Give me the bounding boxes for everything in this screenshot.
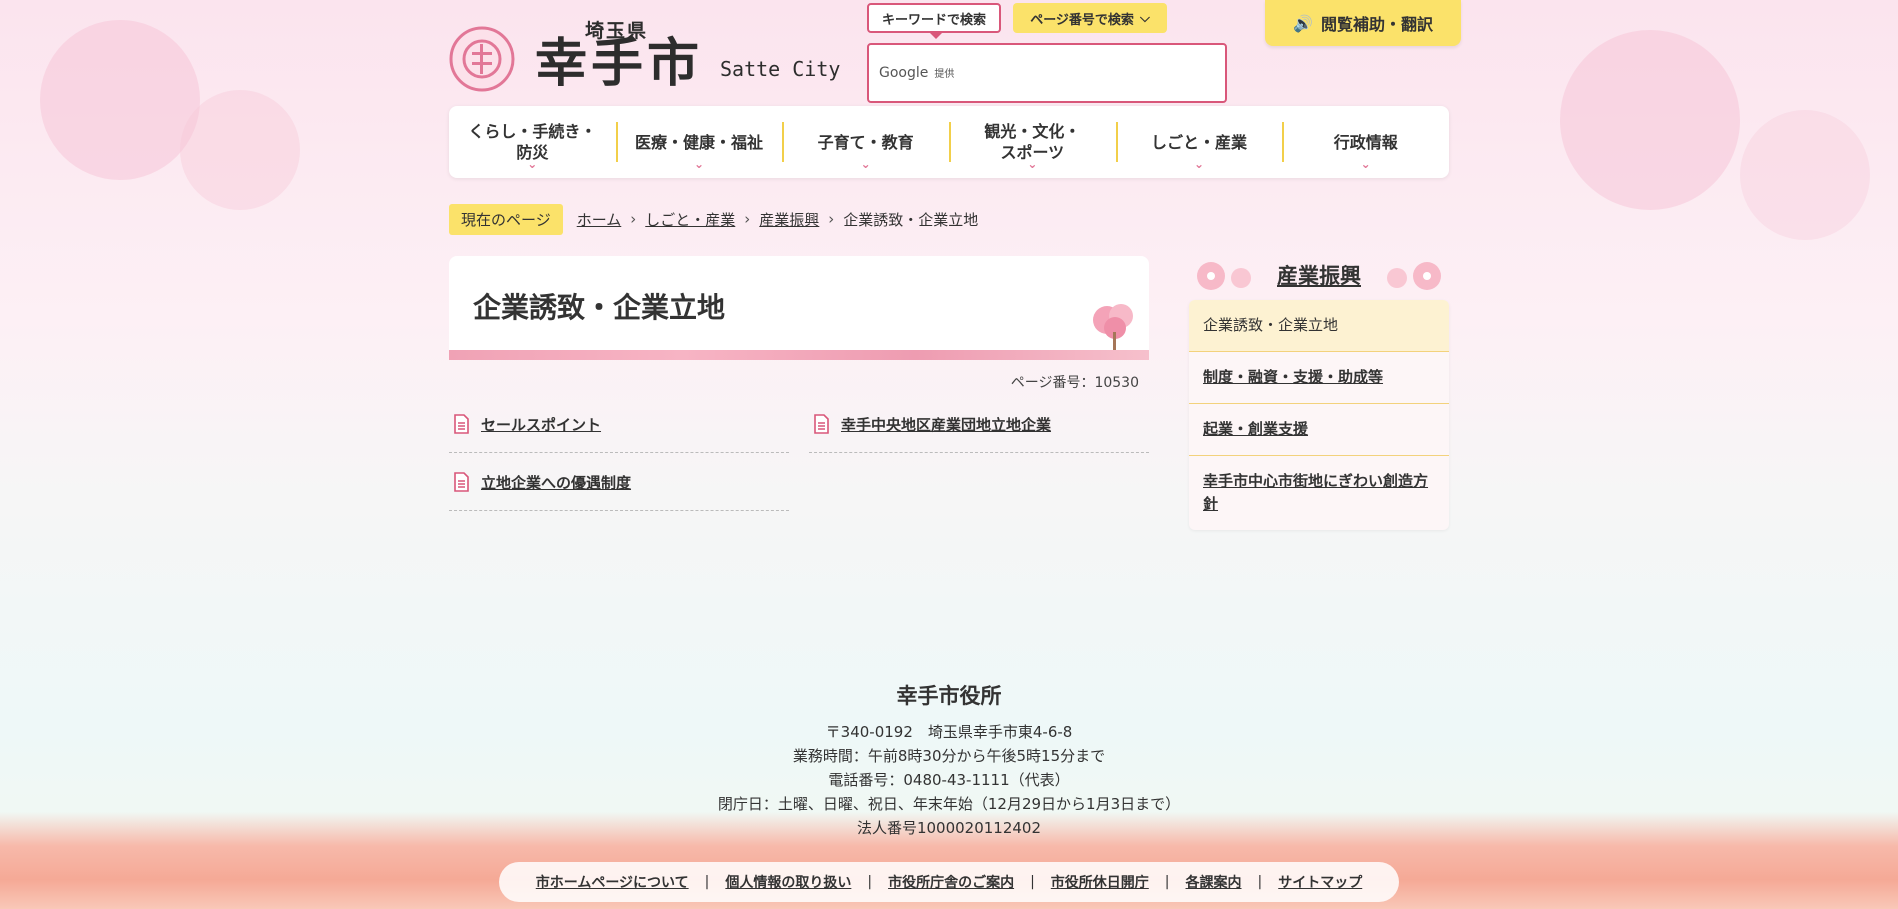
chevron-down-icon: ⌄ xyxy=(860,157,871,171)
footer-hours: 業務時間：午前8時30分から午後5時15分まで xyxy=(792,747,1106,765)
side-menu-title[interactable]: 産業振興 xyxy=(1277,264,1361,288)
footer-sep: | xyxy=(867,874,873,890)
side-item-current: 企業誘致・企業立地 xyxy=(1189,300,1449,352)
footer-org-name: 幸手市役所 xyxy=(896,684,1002,708)
side-item-support[interactable]: 制度・融資・支援・助成等 xyxy=(1189,352,1449,404)
side-item-label: 起業・創業支援 xyxy=(1203,420,1309,438)
breadcrumb-work[interactable]: しごと・産業 xyxy=(645,209,735,230)
chevron-down-icon: ⌄ xyxy=(693,157,705,171)
main-content: 企業誘致・企業立地 ページ番号：10530 セールスポイント 幸手中央地区産業団… xyxy=(449,256,1149,511)
side-item-downtown[interactable]: 幸手市中心市街地にぎわい創造方針 xyxy=(1189,456,1449,530)
city-emblem-icon xyxy=(449,26,515,92)
footer: 幸手市役所 〒340-0192 埼玉県幸手市東4-6-8 業務時間：午前8時30… xyxy=(449,680,1449,840)
tab-page-label: ページ番号で検索 xyxy=(1030,12,1134,28)
nav-item-life[interactable]: くらし・手続き・防災 ⌄ xyxy=(449,106,616,178)
side-item-startup[interactable]: 起業・創業支援 xyxy=(1189,404,1449,456)
tab-keyword-label: キーワードで検索 xyxy=(881,12,986,28)
assist-label: 閲覧補助・翻訳 xyxy=(1320,15,1433,34)
side-menu-list: 企業誘致・企業立地 制度・融資・支援・助成等 起業・創業支援 幸手市中心市街地に… xyxy=(1189,300,1449,530)
tree-illustration-icon xyxy=(1093,304,1133,350)
footer-link-holiday[interactable]: 市役所休日開庁 xyxy=(1051,872,1149,892)
list-item[interactable]: 幸手中央地区産業団地立地企業 xyxy=(809,396,1149,453)
global-nav: くらし・手続き・防災 ⌄ 医療・健康・福祉 ⌄ 子育て・教育 ⌄ 観光・文化・スポーツ… xyxy=(449,106,1449,178)
side-menu: 産業振興 企業誘致・企業立地 制度・融資・支援・助成等 起業・創業支援 幸手市中… xyxy=(1189,256,1449,530)
chevron-down-icon: ⌄ xyxy=(1027,157,1038,171)
search-provider-note: 提供 xyxy=(934,69,955,80)
chevron-right-icon: › xyxy=(828,210,835,228)
logo-city-en: Satte City xyxy=(720,57,841,81)
side-item-label: 幸手市中心市街地にぎわい創造方針 xyxy=(1203,472,1429,513)
footer-phone: 電話番号：0480-43-1111（代表） xyxy=(828,771,1070,789)
footer-links: 市ホームページについて | 個人情報の取り扱い | 市役所庁舎のご案内 | 市役所休日… xyxy=(499,862,1399,902)
chevron-right-icon: › xyxy=(744,210,751,228)
nav-item-admin[interactable]: 行政情報 ⌄ xyxy=(1282,106,1449,178)
list-item[interactable]: 立地企業への優遇制度 xyxy=(449,454,789,511)
breadcrumb: 現在のページ ホーム › しごと・産業 › 産業振興 › 企業誘致・企業立地 xyxy=(449,203,979,235)
search-provider: Google 提供 xyxy=(879,65,954,81)
search-input[interactable]: Google 提供 xyxy=(867,43,1227,103)
side-item-label: 制度・融資・支援・助成等 xyxy=(1203,368,1384,386)
title-card: 企業誘致・企業立地 xyxy=(449,256,1149,360)
footer-sep: | xyxy=(1030,874,1035,890)
footer-link-privacy[interactable]: 個人情報の取り扱い xyxy=(725,872,851,892)
document-icon xyxy=(454,414,469,434)
breadcrumb-industry[interactable]: 産業振興 xyxy=(759,209,819,230)
nav-label: 子育て・教育 xyxy=(817,132,914,152)
page-title: 企業誘致・企業立地 xyxy=(473,291,726,324)
chevron-down-icon: ⌄ xyxy=(527,157,538,171)
sakura-flower-icon xyxy=(1387,262,1441,290)
nav-label: しごと・産業 xyxy=(1151,132,1248,152)
breadcrumb-label: 現在のページ xyxy=(449,203,563,235)
link-label: 立地企業への優遇制度 xyxy=(481,473,632,492)
search-provider-name: Google xyxy=(879,65,929,81)
sakura-flower-icon xyxy=(1197,262,1251,290)
footer-link-sitemap[interactable]: サイトマップ xyxy=(1278,872,1362,892)
site-logo[interactable]: 埼玉県 幸手市 Satte City xyxy=(449,8,869,98)
breadcrumb-home[interactable]: ホーム xyxy=(577,209,622,230)
tab-keyword-search[interactable]: キーワードで検索 xyxy=(867,3,1001,39)
side-menu-header: 産業振興 xyxy=(1189,256,1449,300)
list-item[interactable]: セールスポイント xyxy=(449,396,789,453)
footer-address: 〒340-0192 埼玉県幸手市東4-6-8 xyxy=(825,723,1073,741)
nav-item-tourism[interactable]: 観光・文化・スポーツ ⌄ xyxy=(949,106,1116,178)
tab-page-number-search[interactable]: ページ番号で検索 ⌵ xyxy=(1013,3,1167,33)
page-number: ページ番号：10530 xyxy=(1010,375,1139,391)
chevron-right-icon: › xyxy=(630,210,637,228)
nav-item-health[interactable]: 医療・健康・福祉 ⌄ xyxy=(615,106,783,178)
document-icon xyxy=(814,414,829,434)
speaker-icon: 🔊 xyxy=(1293,13,1313,33)
footer-sep: | xyxy=(1257,874,1263,890)
link-label: 幸手中央地区産業団地立地企業 xyxy=(841,415,1052,434)
chevron-down-icon: ⌄ xyxy=(1360,157,1371,171)
footer-corp-number: 法人番号1000020112402 xyxy=(856,819,1042,837)
title-wave xyxy=(449,350,1149,360)
nav-label: 行政情報 xyxy=(1333,132,1398,152)
footer-sep: | xyxy=(704,874,710,890)
assist-translate-button[interactable]: 🔊 閲覧補助・翻訳 xyxy=(1265,0,1461,46)
logo-city: 幸手市 xyxy=(535,34,704,94)
nav-label: 医療・健康・福祉 xyxy=(635,132,764,152)
footer-link-about[interactable]: 市ホームページについて xyxy=(536,872,689,892)
chevron-down-icon: ⌄ xyxy=(1193,157,1205,171)
link-label: セールスポイント xyxy=(481,415,602,434)
nav-item-work[interactable]: しごと・産業 ⌄ xyxy=(1115,106,1283,178)
footer-link-office[interactable]: 市役所庁舎のご案内 xyxy=(888,872,1014,892)
footer-closed: 閉庁日：土曜、日曜、祝日、年末年始（12月29日から1月3日まで） xyxy=(717,795,1181,813)
document-icon xyxy=(454,472,469,492)
breadcrumb-current: 企業誘致・企業立地 xyxy=(843,210,979,229)
nav-item-childcare[interactable]: 子育て・教育 ⌄ xyxy=(782,106,949,178)
footer-sep: | xyxy=(1164,874,1170,890)
chevron-down-icon: ⌵ xyxy=(1139,10,1150,26)
side-item-label: 企業誘致・企業立地 xyxy=(1203,316,1339,334)
footer-link-departments[interactable]: 各課案内 xyxy=(1186,872,1242,892)
